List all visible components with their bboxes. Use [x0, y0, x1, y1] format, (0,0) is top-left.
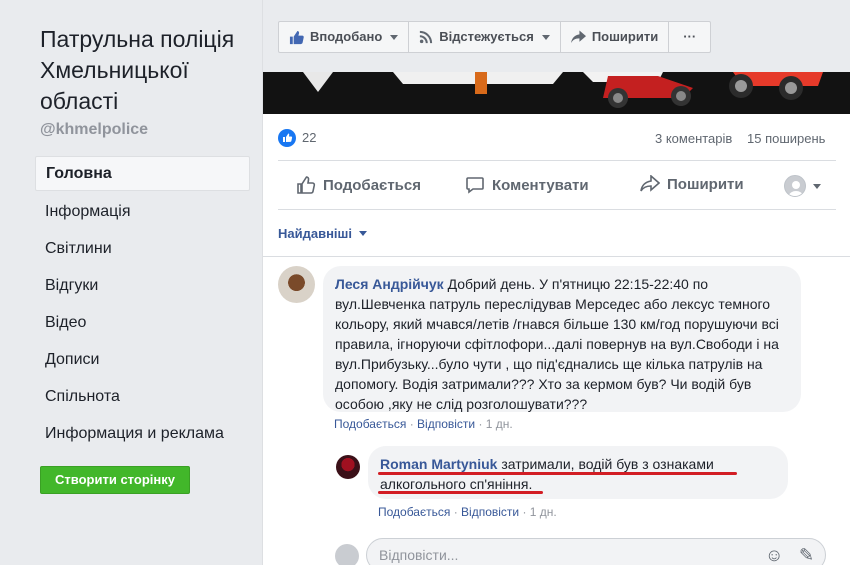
main-column: Вподобано Відстежується Поширити ··· 22 … — [262, 0, 850, 565]
sticker-icon[interactable]: ✎ — [799, 545, 814, 565]
rss-icon — [420, 30, 433, 44]
thumbs-up-icon — [289, 30, 304, 44]
chevron-down-icon — [359, 231, 367, 236]
page-action-bar: Вподобано Відстежується Поширити ··· — [263, 0, 850, 72]
sidebar-item-home[interactable]: Головна — [35, 156, 250, 191]
avatar[interactable] — [278, 266, 315, 303]
share-page-button[interactable]: Поширити — [561, 22, 670, 52]
reply-text-line1: затримали, водій був з ознаками — [501, 456, 714, 472]
divider — [263, 256, 850, 257]
sidebar-item-info[interactable]: Інформація — [35, 193, 250, 230]
emoji-icon[interactable]: ☺ — [765, 545, 783, 565]
chevron-down-icon — [541, 34, 550, 40]
avatar[interactable] — [336, 455, 360, 479]
reply-meta: Подобається · Відповісти · 1 дн. — [378, 505, 557, 519]
reply-author[interactable]: Roman Martyniuk — [380, 456, 497, 472]
sidebar-item-info-ads[interactable]: Информация и реклама — [35, 415, 250, 452]
liked-button[interactable]: Вподобано — [279, 22, 410, 52]
comment-meta: Подобається · Відповісти · 1 дн. — [334, 417, 513, 431]
reply-input[interactable]: Відповісти... — [366, 538, 826, 565]
reply-like-link[interactable]: Подобається — [378, 505, 450, 519]
post-actions: Подобається Коментувати Поширити — [278, 160, 836, 210]
share-post-label: Поширити — [667, 175, 744, 193]
sidebar-item-community[interactable]: Спільнота — [35, 378, 250, 415]
page-buttons: Вподобано Відстежується Поширити ··· — [278, 21, 712, 53]
thumbs-up-outline-icon — [297, 176, 316, 194]
share-page-label: Поширити — [591, 29, 659, 44]
share-arrow-icon — [570, 30, 586, 44]
comment-like-link[interactable]: Подобається — [334, 417, 406, 431]
sidebar-item-reviews[interactable]: Відгуки — [35, 267, 250, 304]
chevron-down-icon[interactable] — [813, 184, 821, 189]
comment-sort-dropdown[interactable]: Найдавніші — [278, 226, 367, 241]
comment-time[interactable]: 1 дн. — [486, 417, 513, 431]
like-post-button[interactable]: Подобається — [296, 175, 421, 195]
more-dots-icon: ··· — [683, 29, 697, 44]
sidebar-item-posts[interactable]: Дописи — [35, 341, 250, 378]
share-post-button[interactable]: Поширити — [640, 175, 744, 193]
sidebar-item-videos[interactable]: Відео — [35, 304, 250, 341]
more-button[interactable]: ··· — [669, 22, 710, 52]
sidebar-item-photos[interactable]: Світлини — [35, 230, 250, 267]
comment-author[interactable]: Леся Андрійчук — [335, 276, 444, 292]
sidebar-nav: Головна Інформація Світлини Відгуки Віде… — [35, 156, 250, 452]
red-underline-mark — [378, 491, 543, 494]
create-page-button[interactable]: Створити сторінку — [40, 466, 190, 494]
comment-bubble-icon — [466, 177, 484, 194]
following-label: Відстежується — [439, 29, 534, 44]
car-photo-graphic — [263, 72, 850, 114]
reply-reply-link[interactable]: Відповісти — [461, 505, 519, 519]
post-stats: 22 3 коментарів 15 поширень — [263, 114, 850, 160]
page-handle[interactable]: @khmelpolice — [40, 121, 148, 139]
avatar — [335, 544, 359, 565]
comment-bubble: Леся Андрійчук Добрий день. У п'ятницю 2… — [323, 266, 801, 412]
chevron-down-icon — [390, 34, 399, 40]
share-arrow-icon — [640, 175, 660, 192]
page-title[interactable]: Патрульна поліція Хмельницької області — [40, 24, 260, 117]
like-reaction-icon[interactable] — [278, 129, 296, 147]
post-as-avatar[interactable] — [784, 175, 806, 197]
sort-label: Найдавніші — [278, 226, 352, 241]
comment-reply-link[interactable]: Відповісти — [417, 417, 475, 431]
comments-count[interactable]: 3 коментарів — [655, 131, 732, 146]
comment-text: Добрий день. У п'ятницю 22:15-22:40 по в… — [335, 276, 779, 412]
comment-button[interactable]: Коментувати — [465, 175, 589, 195]
page-sidebar: Патрульна поліція Хмельницької області @… — [0, 0, 262, 565]
comment-label: Коментувати — [492, 176, 589, 194]
like-count[interactable]: 22 — [302, 130, 316, 145]
like-post-label: Подобається — [323, 176, 421, 194]
liked-label: Вподобано — [310, 29, 383, 44]
reply-time[interactable]: 1 дн. — [530, 505, 557, 519]
post-image[interactable] — [263, 72, 850, 114]
following-button[interactable]: Відстежується — [409, 22, 561, 52]
red-underline-mark — [378, 472, 737, 475]
shares-count[interactable]: 15 поширень — [747, 131, 825, 146]
